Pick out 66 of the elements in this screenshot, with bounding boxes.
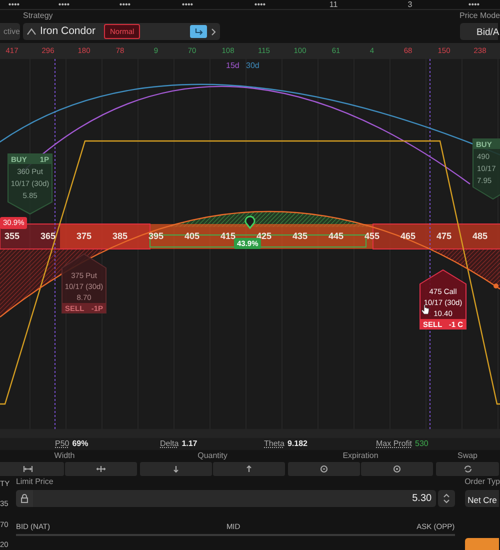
curve-dot <box>494 284 498 288</box>
stat-label: P50 <box>55 439 70 448</box>
strike-label: 405 <box>184 231 200 241</box>
price-value: 5.30 <box>412 492 432 506</box>
strike-label: 425 <box>256 231 272 241</box>
field-label: Limit Price <box>16 476 54 488</box>
hand-cursor-icon <box>421 304 430 314</box>
tab-count[interactable]: •••• <box>58 0 70 9</box>
lock-icon <box>20 494 28 503</box>
strike-label: 485 <box>472 231 488 241</box>
stat-label: Theta <box>264 439 284 448</box>
group-label: Width <box>53 450 76 462</box>
stepper[interactable] <box>438 490 455 507</box>
tab-count[interactable]: •••• <box>468 0 480 9</box>
stat-label: Max Profit <box>376 439 412 448</box>
strike-label: 365 <box>40 231 56 241</box>
limit-price-field[interactable]: 5.30 <box>16 490 436 507</box>
tab-count[interactable]: 11 <box>329 0 338 9</box>
group-label: Swap <box>456 450 478 462</box>
group-label: Expiration <box>342 450 380 462</box>
rotate-forward-icon <box>392 465 402 473</box>
tab-count[interactable]: •••• <box>119 0 131 9</box>
adjust-button[interactable] <box>288 462 360 476</box>
tab-count[interactable]: •••• <box>254 0 266 9</box>
field-label: Strategy <box>23 10 54 22</box>
strike-label: 465 <box>400 231 416 241</box>
group-label: Quantity <box>196 450 228 462</box>
strike-label: 455 <box>364 231 380 241</box>
narrow-icon <box>23 465 33 473</box>
strike-label: 395 <box>148 231 164 241</box>
tab-count[interactable]: •••• <box>8 0 20 9</box>
chevron-right-icon <box>211 28 216 36</box>
refresh-icon <box>462 465 472 473</box>
order-type-field[interactable]: Net Cre <box>464 490 499 507</box>
strike-label: 445 <box>328 231 344 241</box>
tab-count[interactable]: •••• <box>182 0 194 9</box>
return-arrow-icon <box>194 28 202 35</box>
wave-icon <box>27 28 36 35</box>
price-mode-field[interactable]: Bid/A <box>460 23 498 40</box>
tab-count[interactable]: 3 <box>408 0 412 9</box>
active-button[interactable]: ctive <box>0 23 20 40</box>
adjust-button[interactable] <box>361 462 433 476</box>
chevron-up-down-icon <box>442 493 450 504</box>
roll-button[interactable] <box>190 25 207 38</box>
arrow-up-icon <box>244 465 254 473</box>
strike-label: 355 <box>4 231 20 241</box>
arrow-down-icon <box>171 465 181 473</box>
strike-label: 375 <box>76 231 92 241</box>
strike-label: 475 <box>436 231 452 241</box>
strike-label: 385 <box>112 231 128 241</box>
location-marker-icon <box>244 216 256 229</box>
strategy-name: Iron Condor <box>40 24 96 39</box>
stat-value: 9.182 <box>287 439 308 448</box>
strike-label: 435 <box>292 231 308 241</box>
field-label: Price Mode <box>460 10 500 22</box>
stat-label: Delta <box>160 439 179 448</box>
rotate-back-icon <box>319 465 329 473</box>
stat-value: 1.17 <box>182 439 198 448</box>
adjust-button[interactable] <box>0 462 64 476</box>
stat-value: 69% <box>72 439 88 448</box>
stat-value: 530 <box>415 439 428 448</box>
strike-label: 415 <box>220 231 236 241</box>
legend-label: 15d <box>226 61 240 70</box>
field-label: Order Typ <box>464 476 500 488</box>
widen-icon <box>96 465 106 473</box>
legend-label: 30d <box>246 61 260 70</box>
